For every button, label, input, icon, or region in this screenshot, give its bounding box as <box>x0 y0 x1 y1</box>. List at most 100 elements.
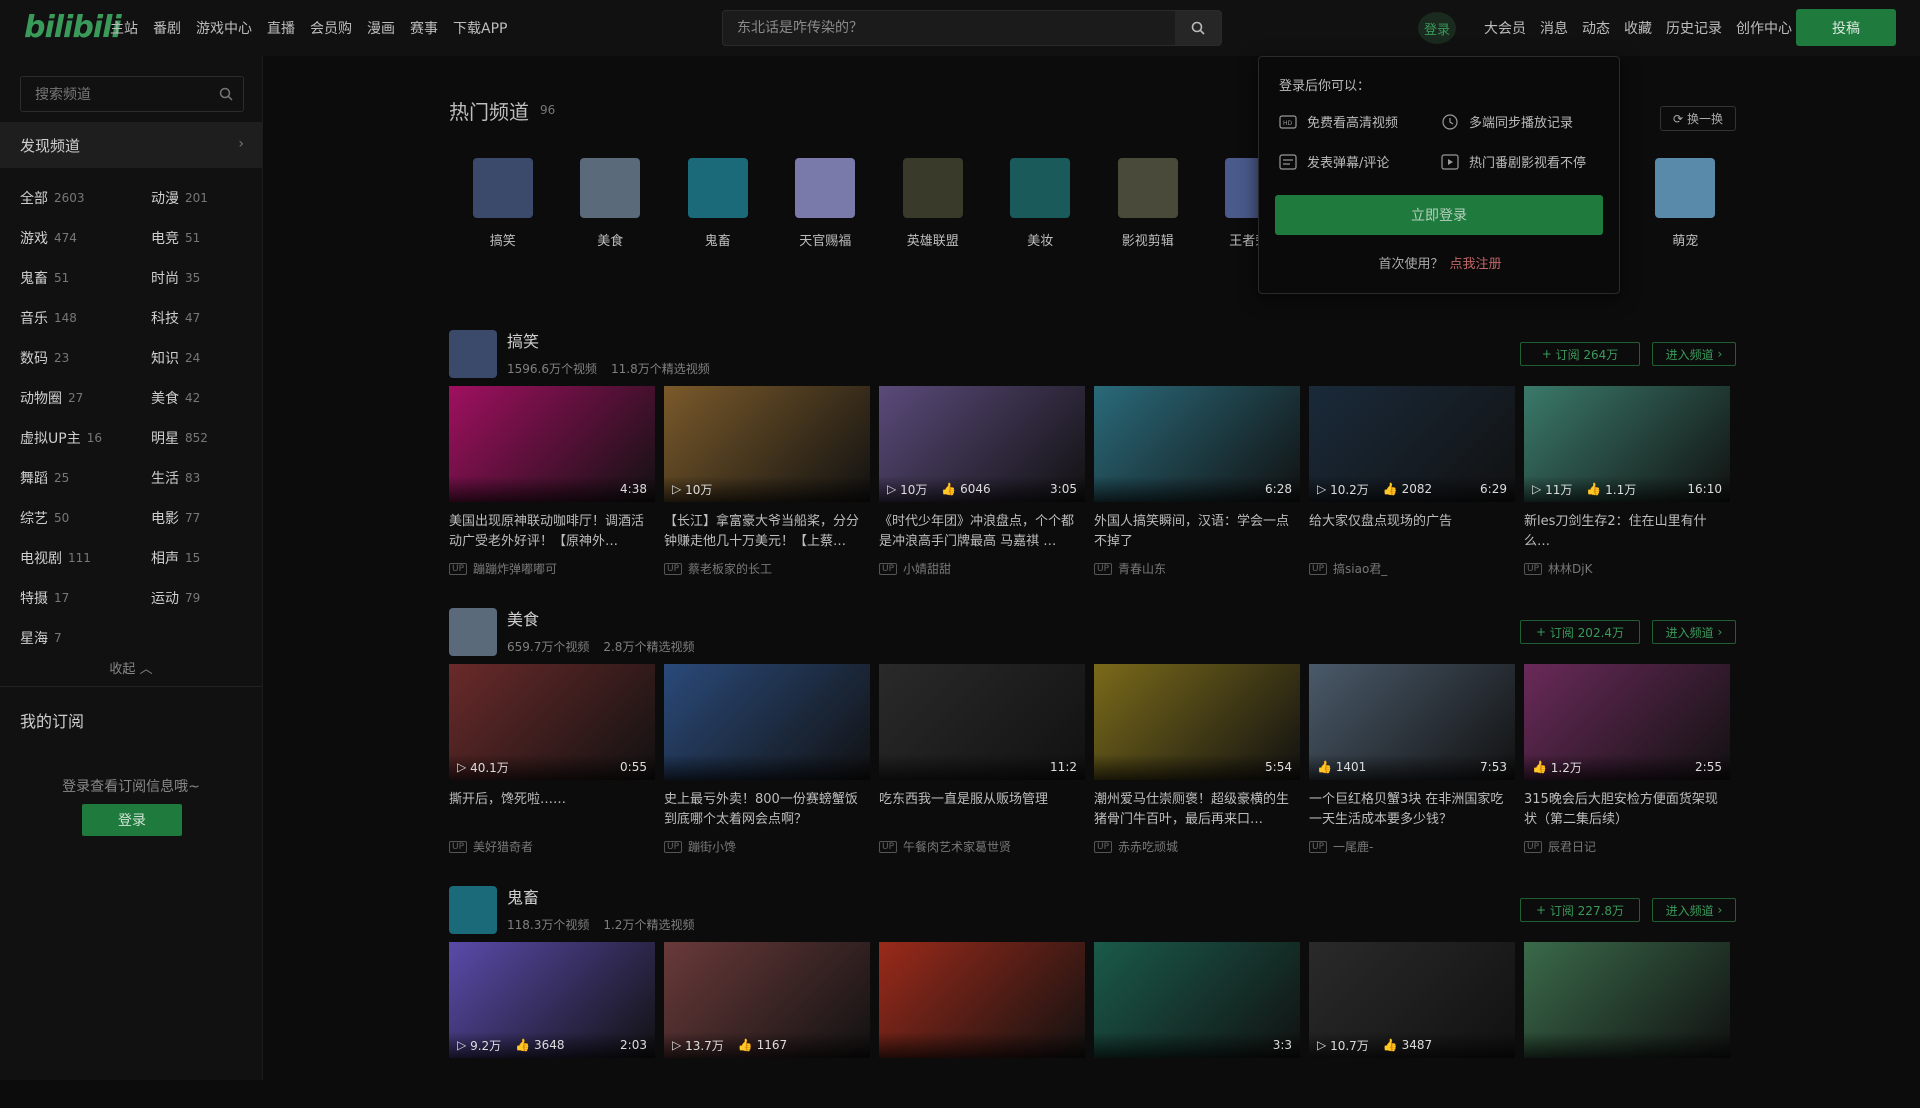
hot-channel-item[interactable]: 鬼畜 <box>664 158 772 249</box>
category-item[interactable]: 综艺 50 <box>20 498 151 538</box>
video-thumbnail[interactable] <box>664 664 870 780</box>
video-thumbnail[interactable]: ▷ 40.1万 0:55 <box>449 664 655 780</box>
video-thumbnail[interactable]: ▷ 11万 👍 1.1万 16:10 <box>1524 386 1730 502</box>
video-card[interactable]: ▷ 10万 👍 6046 3:05 《时代少年团》冲浪盘点，个个都是冲浪高手门牌… <box>879 386 1085 577</box>
video-card[interactable] <box>879 942 1085 1108</box>
video-card[interactable]: 👍 1.2万 2:55 315晚会后大胆安检方便面货架现状（第二集后续） UP 辰… <box>1524 664 1730 855</box>
section-name[interactable]: 鬼畜 <box>507 884 539 908</box>
video-title[interactable]: 史上最亏外卖！800一份赛螃蟹饭到底哪个太着网会点啊？ <box>664 790 870 830</box>
video-title[interactable]: 新les刀剑生存2：住在山里有什么… <box>1524 512 1730 552</box>
nav-messages[interactable]: 消息 <box>1540 18 1568 38</box>
video-title[interactable] <box>1309 1068 1515 1108</box>
category-item[interactable]: 动物圈 27 <box>20 378 151 418</box>
video-card[interactable]: 5:54 潮州爱马仕崇厕褒！超级豪横的生猪骨门牛百叶，最后再来口… UP 赤赤吃顽… <box>1094 664 1300 855</box>
video-thumbnail[interactable]: 11:2 <box>879 664 1085 780</box>
video-title[interactable]: 潮州爱马仕崇厕褒！超级豪横的生猪骨门牛百叶，最后再来口… <box>1094 790 1300 830</box>
nav-favorites[interactable]: 收藏 <box>1624 18 1652 38</box>
video-uploader[interactable]: UP 美好猎奇者 <box>449 838 655 855</box>
nav-history[interactable]: 历史记录 <box>1666 18 1722 38</box>
section-avatar[interactable] <box>449 608 497 656</box>
video-thumbnail[interactable]: 5:54 <box>1094 664 1300 780</box>
upload-button[interactable]: 投稿 <box>1796 9 1896 46</box>
video-title[interactable]: 一个巨红格贝蟹3块 在非洲国家吃一天生活成本要多少钱？ <box>1309 790 1515 830</box>
video-thumbnail[interactable]: ▷ 10.7万 👍 3487 <box>1309 942 1515 1058</box>
video-thumbnail[interactable]: ▷ 10.2万 👍 2082 6:29 <box>1309 386 1515 502</box>
category-item[interactable]: 美食 42 <box>151 378 250 418</box>
nav-item-manga[interactable]: 漫画 <box>367 18 395 38</box>
video-card[interactable]: 6:28 外国人搞笑瞬间，汉语：学会一点不掉了 UP 青春山东 <box>1094 386 1300 577</box>
category-item[interactable]: 时尚 35 <box>151 258 250 298</box>
hot-channel-item[interactable]: 影视剪辑 <box>1094 158 1202 249</box>
nav-item-esports[interactable]: 赛事 <box>410 18 438 38</box>
video-thumbnail[interactable]: ▷ 13.7万 👍 1167 <box>664 942 870 1058</box>
nav-dynamics[interactable]: 动态 <box>1582 18 1610 38</box>
category-item[interactable]: 电竞 51 <box>151 218 250 258</box>
video-thumbnail[interactable]: ▷ 10万 <box>664 386 870 502</box>
video-thumbnail[interactable]: 3:3 <box>1094 942 1300 1058</box>
nav-item-game-center[interactable]: 游戏中心 <box>196 18 252 38</box>
channel-search-input[interactable]: 搜索频道 <box>20 76 244 112</box>
category-item[interactable]: 电影 77 <box>151 498 250 538</box>
video-card[interactable]: ▷ 11万 👍 1.1万 16:10 新les刀剑生存2：住在山里有什么… UP… <box>1524 386 1730 577</box>
enter-channel-button[interactable]: 进入频道 › <box>1652 342 1736 366</box>
hot-channel-item[interactable]: 搞笑 <box>449 158 557 249</box>
hot-channel-item[interactable]: 美食 <box>557 158 665 249</box>
video-uploader[interactable]: UP 蹦蹦炸弹嘟嘟可 <box>449 560 655 577</box>
video-card[interactable]: 4:38 美国出现原神联动咖啡厅！调酒活动广受老外好评！【原神外… UP 蹦蹦炸弹… <box>449 386 655 577</box>
video-title[interactable] <box>664 1068 870 1108</box>
category-item[interactable]: 动漫 201 <box>151 178 250 218</box>
category-item[interactable]: 特摄 17 <box>20 578 151 618</box>
hot-channel-item[interactable]: 天官赐福 <box>772 158 880 249</box>
category-item[interactable]: 生活 83 <box>151 458 250 498</box>
video-thumbnail[interactable] <box>1524 942 1730 1058</box>
video-thumbnail[interactable]: 👍 1401 7:53 <box>1309 664 1515 780</box>
enter-channel-button[interactable]: 进入频道 › <box>1652 898 1736 922</box>
video-title[interactable]: 315晚会后大胆安检方便面货架现状（第二集后续） <box>1524 790 1730 830</box>
video-thumbnail[interactable]: 4:38 <box>449 386 655 502</box>
video-title[interactable] <box>879 1068 1085 1108</box>
category-item[interactable]: 相声 15 <box>151 538 250 578</box>
video-card[interactable]: ▷ 40.1万 0:55 撕开后，馋死啦…… UP 美好猎奇者 <box>449 664 655 855</box>
video-uploader[interactable]: UP 搞siao君_ <box>1309 560 1515 577</box>
video-uploader[interactable]: UP 辰君日记 <box>1524 838 1730 855</box>
video-card[interactable]: 👍 1401 7:53 一个巨红格贝蟹3块 在非洲国家吃一天生活成本要多少钱？ … <box>1309 664 1515 855</box>
video-title[interactable] <box>449 1068 655 1108</box>
hot-channel-item[interactable]: 美妆 <box>987 158 1095 249</box>
category-item[interactable]: 全部 2603 <box>20 178 151 218</box>
section-name[interactable]: 美食 <box>507 606 539 630</box>
video-uploader[interactable]: UP 蹦街小馋 <box>664 838 870 855</box>
category-item[interactable]: 科技 47 <box>151 298 250 338</box>
video-card[interactable]: ▷ 10万 【长江】拿富豪大爷当船桨，分分钟赚走他几十万美元！【上蔡… UP 蔡老… <box>664 386 870 577</box>
category-item[interactable]: 星海 7 <box>20 618 151 658</box>
video-uploader[interactable]: UP 小婧甜甜 <box>879 560 1085 577</box>
hot-channel-item[interactable]: 英雄联盟 <box>879 158 987 249</box>
video-title[interactable]: 外国人搞笑瞬间，汉语：学会一点不掉了 <box>1094 512 1300 552</box>
subscribe-button[interactable]: + 订阅 264万 <box>1520 342 1640 366</box>
category-item[interactable]: 游戏 474 <box>20 218 151 258</box>
video-title[interactable]: 美国出现原神联动咖啡厅！调酒活动广受老外好评！【原神外… <box>449 512 655 552</box>
subscribe-button[interactable]: + 订阅 227.8万 <box>1520 898 1640 922</box>
popup-login-button[interactable]: 立即登录 <box>1275 195 1603 235</box>
section-avatar[interactable] <box>449 330 497 378</box>
category-item[interactable]: 数码 23 <box>20 338 151 378</box>
video-card[interactable]: ▷ 10.2万 👍 2082 6:29 给大家仅盘点现场的广告 UP 搞siao君… <box>1309 386 1515 577</box>
video-uploader[interactable]: UP 林林DjK <box>1524 560 1730 577</box>
video-thumbnail[interactable] <box>879 942 1085 1058</box>
video-card[interactable]: ▷ 10.7万 👍 3487 <box>1309 942 1515 1108</box>
category-item[interactable]: 知识 24 <box>151 338 250 378</box>
register-link[interactable]: 点我注册 <box>1450 257 1502 272</box>
category-item[interactable]: 音乐 148 <box>20 298 151 338</box>
sidebar-login-button[interactable]: 登录 <box>82 804 182 836</box>
search-input[interactable] <box>723 11 1175 45</box>
video-card[interactable]: 史上最亏外卖！800一份赛螃蟹饭到底哪个太着网会点啊？ UP 蹦街小馋 <box>664 664 870 855</box>
video-card[interactable]: 3:3 <box>1094 942 1300 1108</box>
video-title[interactable]: 《时代少年团》冲浪盘点，个个都是冲浪高手门牌最高 马嘉祺 … <box>879 512 1085 552</box>
video-title[interactable]: 吃东西我一直是服从贩场管理 <box>879 790 1085 830</box>
category-item[interactable]: 舞蹈 25 <box>20 458 151 498</box>
video-card[interactable]: 11:2 吃东西我一直是服从贩场管理 UP 午餐肉艺术家葛世贤 <box>879 664 1085 855</box>
video-thumbnail[interactable]: ▷ 10万 👍 6046 3:05 <box>879 386 1085 502</box>
video-uploader[interactable]: UP 青春山东 <box>1094 560 1300 577</box>
video-title[interactable] <box>1524 1068 1730 1108</box>
subscribe-button[interactable]: + 订阅 202.4万 <box>1520 620 1640 644</box>
category-item[interactable]: 明星 852 <box>151 418 250 458</box>
